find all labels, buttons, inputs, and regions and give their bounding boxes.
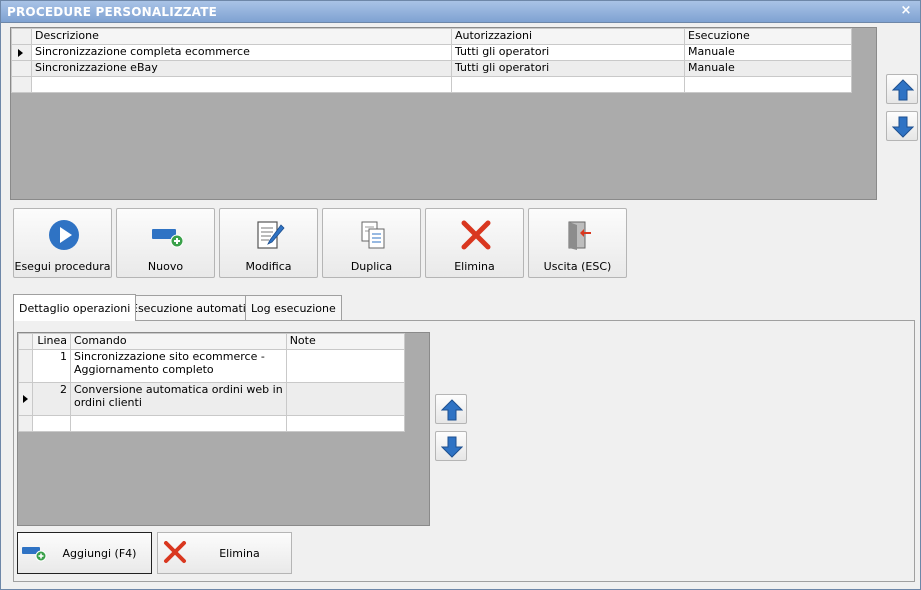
cell-note[interactable] bbox=[285, 349, 406, 383]
row-selector[interactable] bbox=[18, 382, 33, 416]
add-operation-button[interactable]: Aggiungi (F4) bbox=[17, 532, 152, 574]
edit-document-icon bbox=[257, 221, 285, 249]
move-procedure-down-button[interactable] bbox=[886, 111, 918, 141]
cell-note[interactable] bbox=[285, 382, 406, 416]
exit-label: Uscita (ESC) bbox=[543, 260, 612, 273]
cell-comando[interactable]: Sincronizzazione sito ecommerce - Aggior… bbox=[70, 349, 287, 383]
row-selector[interactable] bbox=[11, 60, 32, 77]
cell-empty[interactable] bbox=[684, 76, 852, 93]
procedures-table: Descrizione Autorizzazioni Esecuzione Si… bbox=[11, 28, 852, 93]
delete-button[interactable]: Elimina bbox=[425, 208, 524, 278]
tab-esecuzione-automatica[interactable]: Esecuzione automatica bbox=[125, 295, 265, 321]
move-procedure-up-button[interactable] bbox=[886, 74, 918, 104]
cell-empty[interactable] bbox=[451, 76, 685, 93]
row-selector[interactable] bbox=[18, 349, 33, 383]
column-header-linea[interactable]: Linea bbox=[32, 333, 71, 350]
procedures-grid[interactable]: Descrizione Autorizzazioni Esecuzione Si… bbox=[10, 27, 877, 200]
duplicate-icon bbox=[361, 221, 385, 249]
cell-empty[interactable] bbox=[32, 415, 71, 432]
cell-esecuzione[interactable]: Manuale bbox=[684, 60, 852, 77]
close-icon[interactable]: × bbox=[898, 3, 914, 19]
tab-dettaglio-operazioni[interactable]: Dettaglio operazioni bbox=[13, 294, 137, 321]
cell-linea[interactable]: 2 bbox=[32, 382, 71, 416]
row-selector[interactable] bbox=[11, 76, 32, 93]
edit-label: Modifica bbox=[245, 260, 292, 273]
exit-door-icon bbox=[568, 221, 591, 250]
operations-header-row: Linea Comando Note bbox=[18, 333, 406, 350]
move-operation-down-button[interactable] bbox=[435, 431, 467, 461]
comando-line-2: Aggiornamento completo bbox=[74, 363, 214, 376]
comando-line-1: Sincronizzazione sito ecommerce - bbox=[74, 350, 265, 363]
cell-esecuzione[interactable]: Manuale bbox=[684, 44, 852, 61]
new-button[interactable]: Nuovo bbox=[116, 208, 215, 278]
comando-line-1: Conversione automatica ordini web in bbox=[74, 383, 283, 396]
column-header-note[interactable]: Note bbox=[285, 333, 406, 350]
cell-autorizzazioni[interactable]: Tutti gli operatori bbox=[451, 44, 685, 61]
duplicate-label: Duplica bbox=[350, 260, 393, 273]
table-row[interactable]: Sincronizzazione eBay Tutti gli operator… bbox=[11, 60, 852, 77]
tab-log-esecuzione[interactable]: Log esecuzione bbox=[245, 295, 342, 321]
exit-button[interactable]: Uscita (ESC) bbox=[528, 208, 627, 278]
procedures-window: PROCEDURE PERSONALIZZATE × Descrizione A… bbox=[0, 0, 921, 590]
column-header-esecuzione[interactable]: Esecuzione bbox=[684, 28, 852, 45]
procedures-header-row: Descrizione Autorizzazioni Esecuzione bbox=[11, 28, 852, 45]
table-row[interactable]: 1 Sincronizzazione sito ecommerce - Aggi… bbox=[18, 349, 406, 383]
operations-table: Linea Comando Note 1 Sincronizzazione si… bbox=[18, 333, 406, 432]
current-row-icon bbox=[18, 49, 23, 57]
delete-operation-button[interactable]: Elimina bbox=[157, 532, 292, 574]
current-row-icon bbox=[23, 395, 28, 403]
edit-button[interactable]: Modifica bbox=[219, 208, 318, 278]
table-row[interactable]: 2 Conversione automatica ordini web in o… bbox=[18, 382, 406, 416]
table-row-empty[interactable] bbox=[18, 415, 406, 432]
row-header-corner bbox=[18, 333, 33, 350]
row-selector[interactable] bbox=[11, 44, 32, 61]
cell-empty[interactable] bbox=[285, 415, 406, 432]
add-item-icon bbox=[22, 547, 47, 562]
add-operation-label: Aggiungi (F4) bbox=[62, 547, 137, 560]
window-title: PROCEDURE PERSONALIZZATE bbox=[7, 5, 218, 19]
column-header-descrizione[interactable]: Descrizione bbox=[31, 28, 452, 45]
arrow-down-icon bbox=[441, 436, 463, 458]
run-procedure-button[interactable]: Esegui procedura bbox=[13, 208, 112, 278]
delete-x-icon bbox=[164, 541, 186, 563]
play-circle-icon bbox=[49, 220, 79, 250]
cell-comando[interactable]: Conversione automatica ordini web in ord… bbox=[70, 382, 287, 416]
arrow-up-icon bbox=[892, 79, 914, 101]
cell-linea[interactable]: 1 bbox=[32, 349, 71, 383]
table-row[interactable]: Sincronizzazione completa ecommerce Tutt… bbox=[11, 44, 852, 61]
new-label: Nuovo bbox=[147, 260, 184, 273]
cell-autorizzazioni[interactable]: Tutti gli operatori bbox=[451, 60, 685, 77]
table-row-empty[interactable] bbox=[11, 76, 852, 93]
add-item-icon bbox=[152, 229, 183, 248]
cell-empty[interactable] bbox=[31, 76, 452, 93]
comando-line-2: ordini clienti bbox=[74, 396, 142, 409]
delete-operation-label: Elimina bbox=[219, 547, 260, 560]
move-operation-up-button[interactable] bbox=[435, 394, 467, 424]
duplicate-button[interactable]: Duplica bbox=[322, 208, 421, 278]
row-selector[interactable] bbox=[18, 415, 33, 432]
delete-label: Elimina bbox=[454, 260, 495, 273]
row-header-corner bbox=[11, 28, 32, 45]
run-procedure-label: Esegui procedura bbox=[14, 260, 111, 273]
column-header-comando[interactable]: Comando bbox=[70, 333, 287, 350]
cell-descrizione[interactable]: Sincronizzazione eBay bbox=[31, 60, 452, 77]
arrow-up-icon bbox=[441, 399, 463, 421]
cell-descrizione[interactable]: Sincronizzazione completa ecommerce bbox=[31, 44, 452, 61]
title-bar: PROCEDURE PERSONALIZZATE × bbox=[1, 1, 920, 23]
cell-empty[interactable] bbox=[70, 415, 287, 432]
arrow-down-icon bbox=[892, 116, 914, 138]
column-header-autorizzazioni[interactable]: Autorizzazioni bbox=[451, 28, 685, 45]
delete-x-icon bbox=[461, 220, 491, 250]
operations-grid[interactable]: Linea Comando Note 1 Sincronizzazione si… bbox=[17, 332, 430, 526]
